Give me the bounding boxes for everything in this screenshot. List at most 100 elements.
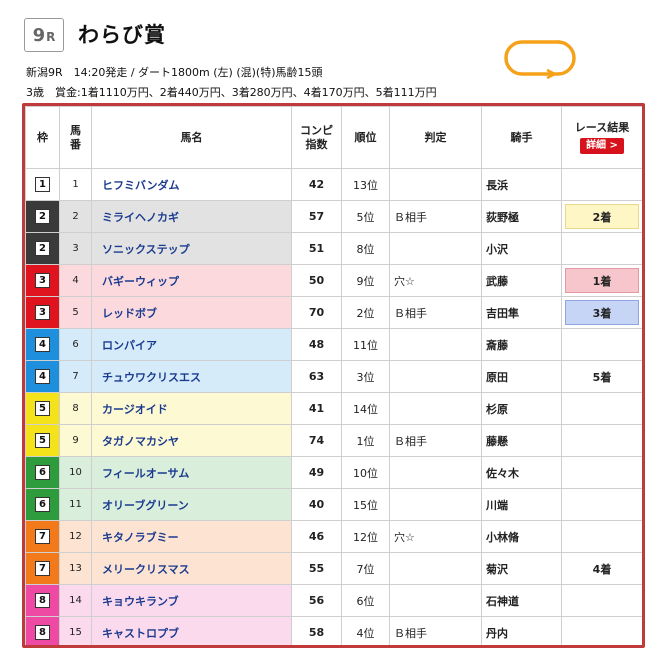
compi-index-cell: 57 [291,200,342,233]
horse-name-link[interactable]: ソニックステップ [91,232,292,265]
umaban-cell: 2 [59,200,92,233]
result-cell [561,456,642,489]
judge-cell: Ｂ相手 [389,200,482,233]
umaban-cell: 13 [59,552,92,585]
waku-cell: 3 [25,296,60,329]
horse-name-link[interactable]: キョウキランブ [91,584,292,617]
horse-name-link[interactable]: チュウワクリスエス [91,360,292,393]
rank-cell: 11位 [341,328,390,361]
jockey-cell[interactable]: 川端 [481,488,562,521]
result-cell: 1着 [561,264,642,297]
umaban-cell: 10 [59,456,92,489]
table-header-row: 枠 馬 番 馬名 コンピ 指数 順位 判定 騎手 レース結果 詳細 > [25,106,642,169]
umaban-cell: 8 [59,392,92,425]
rank-cell: 9位 [341,264,390,297]
header-horse-name: 馬名 [91,106,292,169]
rank-cell: 4位 [341,616,390,645]
rank-cell: 15位 [341,488,390,521]
umaban-cell: 5 [59,296,92,329]
header-umaban: 馬 番 [59,106,92,169]
table-row: 4 7 チュウワクリスエス 63 3位 原田 5着 [25,360,642,393]
waku-cell: 1 [25,168,60,201]
compi-index-cell: 55 [291,552,342,585]
judge-cell: Ｂ相手 [389,296,482,329]
table-row: 4 6 ロンパイア 48 11位 斎藤 [25,328,642,361]
waku-cell: 2 [25,232,60,265]
waku-number: 3 [35,305,50,320]
rank-cell: 13位 [341,168,390,201]
waku-cell: 6 [25,456,60,489]
detail-button[interactable]: 詳細 > [580,137,624,155]
result-cell: 3着 [561,296,642,329]
horse-name-link[interactable]: ヒフミバンダム [91,168,292,201]
rank-cell: 10位 [341,456,390,489]
result-cell: 2着 [561,200,642,233]
horse-name-link[interactable]: レッドボブ [91,296,292,329]
result-cell [561,424,642,457]
compi-index-cell: 49 [291,456,342,489]
horse-name-link[interactable]: ミライヘノカギ [91,200,292,233]
horse-name-link[interactable]: キタノラブミー [91,520,292,553]
waku-number: 8 [35,593,50,608]
table-row: 3 4 バギーウィップ 50 9位 穴☆ 武藤 1着 [25,264,642,297]
jockey-cell[interactable]: 長浜 [481,168,562,201]
table-row: 8 15 キャストロプブ 58 4位 Ｂ相手 丹内 [25,616,642,645]
table-row: 5 8 カージオイド 41 14位 杉原 [25,392,642,425]
horse-name-link[interactable]: バギーウィップ [91,264,292,297]
waku-cell: 4 [25,360,60,393]
header-jockey: 騎手 [481,106,562,169]
umaban-cell: 7 [59,360,92,393]
horse-name-link[interactable]: キャストロプブ [91,616,292,645]
horse-name-link[interactable]: ロンパイア [91,328,292,361]
jockey-cell[interactable]: 佐々木 [481,456,562,489]
result-cell [561,488,642,521]
jockey-cell[interactable]: 吉田隼 [481,296,562,329]
result-cell [561,328,642,361]
jockey-cell[interactable]: 斎藤 [481,328,562,361]
rank-cell: 8位 [341,232,390,265]
waku-cell: 2 [25,200,60,233]
jockey-cell[interactable]: 丹内 [481,616,562,645]
judge-cell [389,488,482,521]
header-result: レース結果 詳細 > [561,106,642,169]
result-cell [561,392,642,425]
result-cell: 5着 [561,360,642,393]
result-cell [561,616,642,645]
race-number-suffix: R [46,30,56,44]
judge-cell: 穴☆ [389,264,482,297]
rank-cell: 3位 [341,360,390,393]
table-row: 1 1 ヒフミバンダム 42 13位 長浜 [25,168,642,201]
race-header: 9R わらび賞 新潟9R 14:20発走 / ダート1800m (左) (混)(… [22,14,652,104]
race-info-line2: 3歳 賞金:1着1110万円、2着440万円、3着280万円、4着170万円、5… [26,86,437,99]
jockey-cell[interactable]: 石神道 [481,584,562,617]
jockey-cell[interactable]: 原田 [481,360,562,393]
jockey-cell[interactable]: 小沢 [481,232,562,265]
jockey-cell[interactable]: 藤懸 [481,424,562,457]
horse-name-link[interactable]: オリーブグリーン [91,488,292,521]
waku-number: 2 [35,209,50,224]
table-row: 7 12 キタノラブミー 46 12位 穴☆ 小林脩 [25,520,642,553]
waku-number: 5 [35,433,50,448]
jockey-cell[interactable]: 杉原 [481,392,562,425]
horse-name-link[interactable]: カージオイド [91,392,292,425]
horse-name-link[interactable]: メリークリスマス [91,552,292,585]
waku-number: 6 [35,497,50,512]
horse-name-link[interactable]: フィールオーサム [91,456,292,489]
compi-index-cell: 63 [291,360,342,393]
judge-cell [389,360,482,393]
compi-index-cell: 70 [291,296,342,329]
table-row: 3 5 レッドボブ 70 2位 Ｂ相手 吉田隼 3着 [25,296,642,329]
header-rank: 順位 [341,106,390,169]
result-cell [561,232,642,265]
horse-name-link[interactable]: タガノマカシヤ [91,424,292,457]
jockey-cell[interactable]: 荻野極 [481,200,562,233]
judge-cell: Ｂ相手 [389,424,482,457]
result-value: 5着 [592,370,612,384]
jockey-cell[interactable]: 小林脩 [481,520,562,553]
horse-table: 枠 馬 番 馬名 コンピ 指数 順位 判定 騎手 レース結果 詳細 > 1 1 ヒフ… [25,106,642,645]
umaban-cell: 9 [59,424,92,457]
waku-cell: 6 [25,488,60,521]
umaban-cell: 1 [59,168,92,201]
jockey-cell[interactable]: 武藤 [481,264,562,297]
jockey-cell[interactable]: 菊沢 [481,552,562,585]
